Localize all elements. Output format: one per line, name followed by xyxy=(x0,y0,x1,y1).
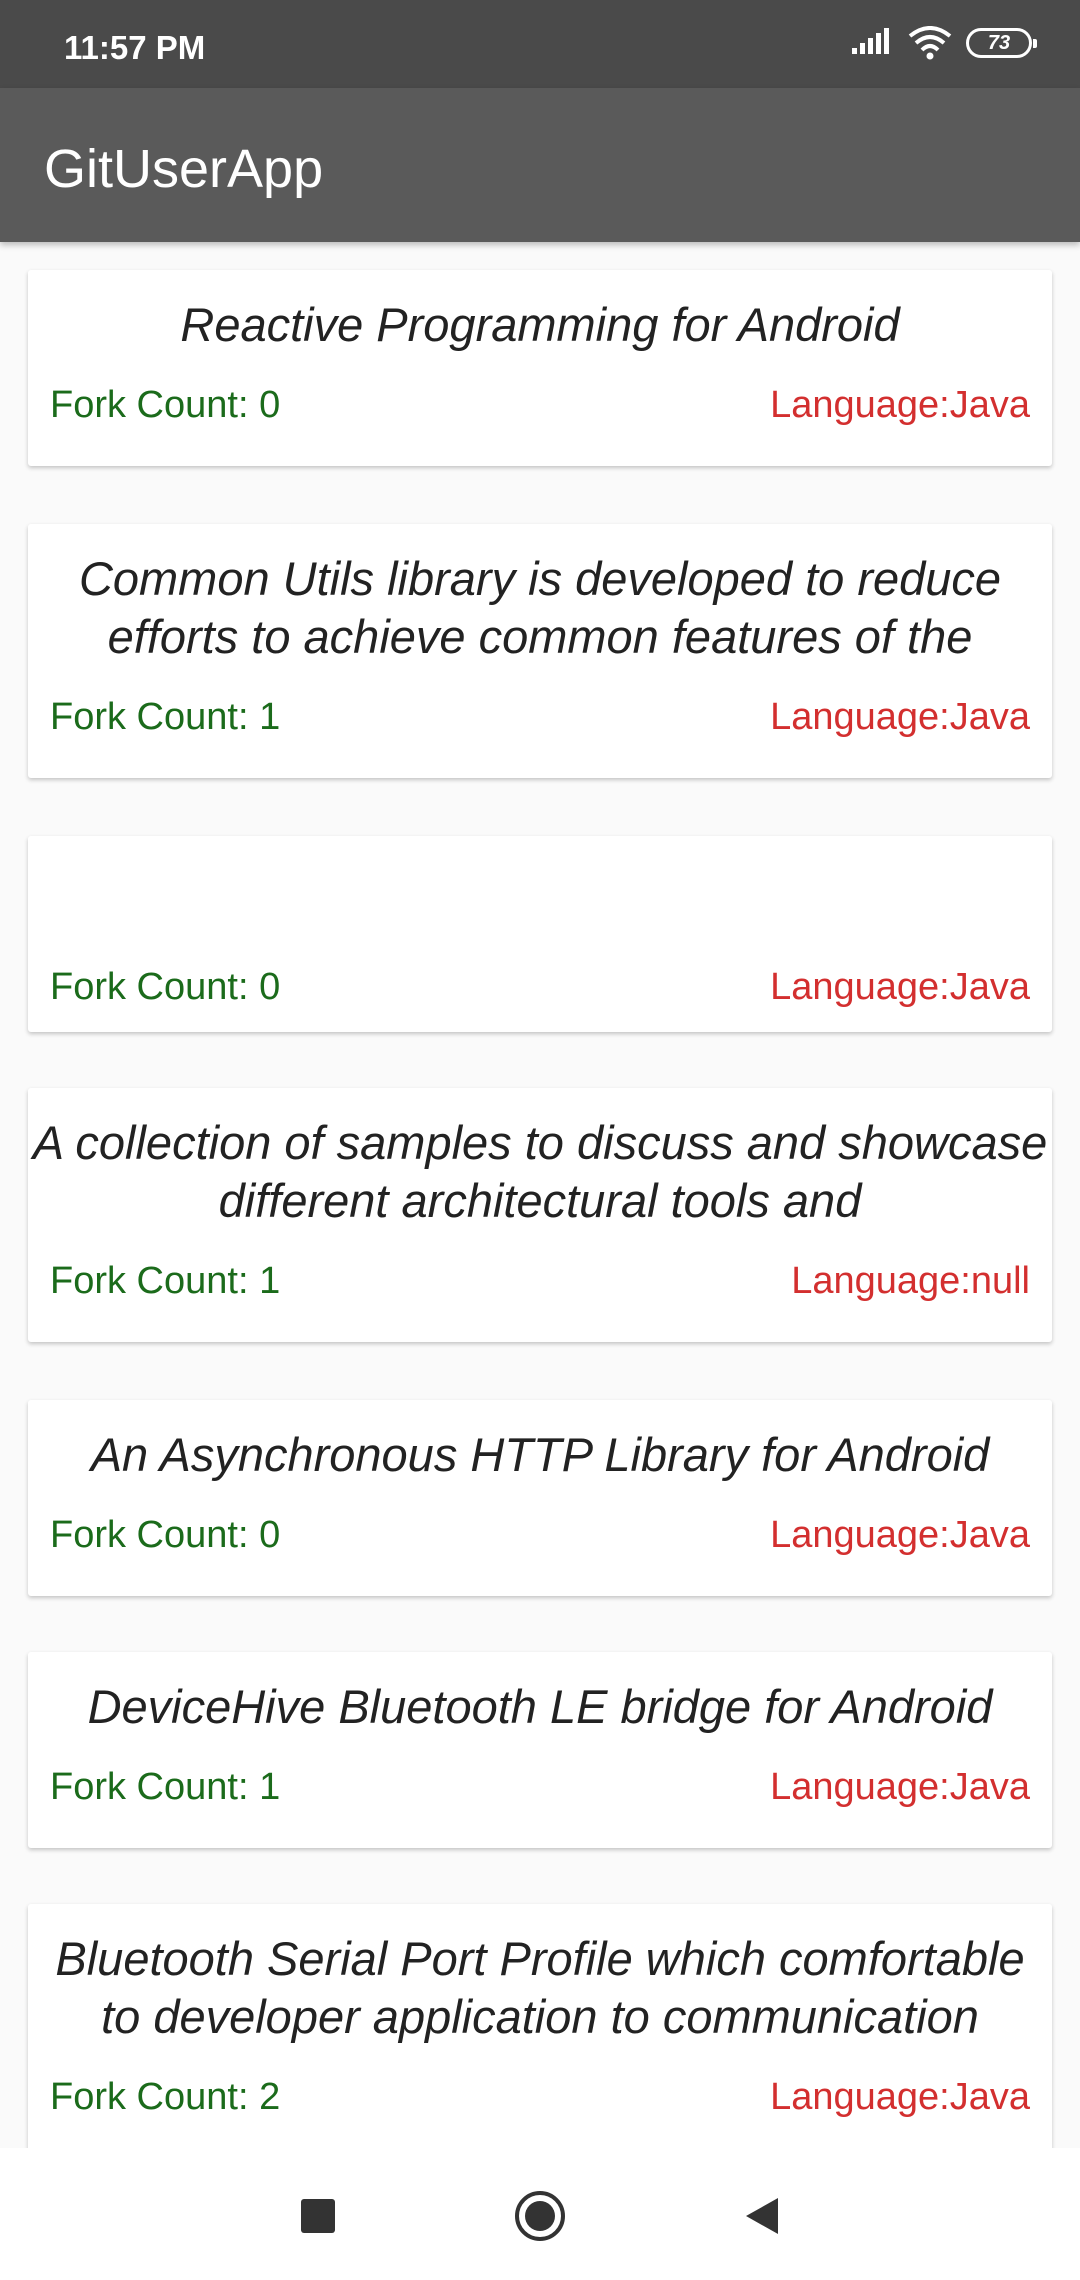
fork-count: Fork Count: 1 xyxy=(50,1766,281,1808)
back-triangle-icon[interactable] xyxy=(734,2188,790,2244)
repository-list[interactable]: Reactive Programming for Android Fork Co… xyxy=(0,242,1080,2148)
app-title: GitUserApp xyxy=(44,139,324,199)
fork-count: Fork Count: 0 xyxy=(50,966,281,1008)
repo-description xyxy=(28,862,1052,920)
status-bar: 11:57 PM 73 xyxy=(0,0,1080,88)
fork-count: Fork Count: 1 xyxy=(50,696,281,738)
repo-card[interactable]: DeviceHive Bluetooth LE bridge for Andro… xyxy=(28,1652,1052,1848)
repo-description: An Asynchronous HTTP Library for Android xyxy=(90,1428,990,1481)
language-label: Language:Java xyxy=(770,384,1030,426)
repo-card[interactable]: Reactive Programming for Android Fork Co… xyxy=(28,270,1052,466)
fork-count: Fork Count: 2 xyxy=(50,2076,281,2118)
repo-description: Reactive Programming for Android xyxy=(180,298,900,351)
language-label: Language:Java xyxy=(770,966,1030,1008)
repo-card[interactable]: Bluetooth Serial Port Profile which comf… xyxy=(28,1904,1052,2148)
recents-square-icon[interactable] xyxy=(290,2188,346,2244)
fork-count: Fork Count: 0 xyxy=(50,1514,281,1556)
repo-description: Common Utils library is developed to red… xyxy=(78,552,1002,663)
fork-count: Fork Count: 0 xyxy=(50,384,281,426)
repo-card[interactable]: Common Utils library is developed to red… xyxy=(28,524,1052,778)
fork-count: Fork Count: 1 xyxy=(50,1260,281,1302)
repo-description: DeviceHive Bluetooth LE bridge for Andro… xyxy=(87,1680,993,1733)
status-time: 11:57 PM xyxy=(64,29,206,66)
battery-icon: 73 xyxy=(966,28,1037,58)
language-label: Language:Java xyxy=(770,2076,1030,2118)
repo-card[interactable]: An Asynchronous HTTP Library for Android… xyxy=(28,1400,1052,1596)
language-label: Language:null xyxy=(791,1260,1030,1302)
app-bar: GitUserApp xyxy=(0,88,1080,242)
signal-icon xyxy=(852,28,894,58)
home-circle-icon[interactable] xyxy=(512,2188,568,2244)
repo-card[interactable]: Fork Count: 0 Language:Java xyxy=(28,836,1052,1032)
wifi-icon xyxy=(908,26,952,60)
repo-description: Bluetooth Serial Port Profile which comf… xyxy=(55,1932,1025,2043)
status-icons: 73 xyxy=(852,26,1037,60)
language-label: Language:Java xyxy=(770,1766,1030,1808)
repo-card[interactable]: A collection of samples to discuss and s… xyxy=(28,1088,1052,1342)
language-label: Language:Java xyxy=(770,1514,1030,1556)
repo-description: A collection of samples to discuss and s… xyxy=(32,1116,1048,1227)
language-label: Language:Java xyxy=(770,696,1030,738)
navigation-bar xyxy=(0,2148,1080,2280)
